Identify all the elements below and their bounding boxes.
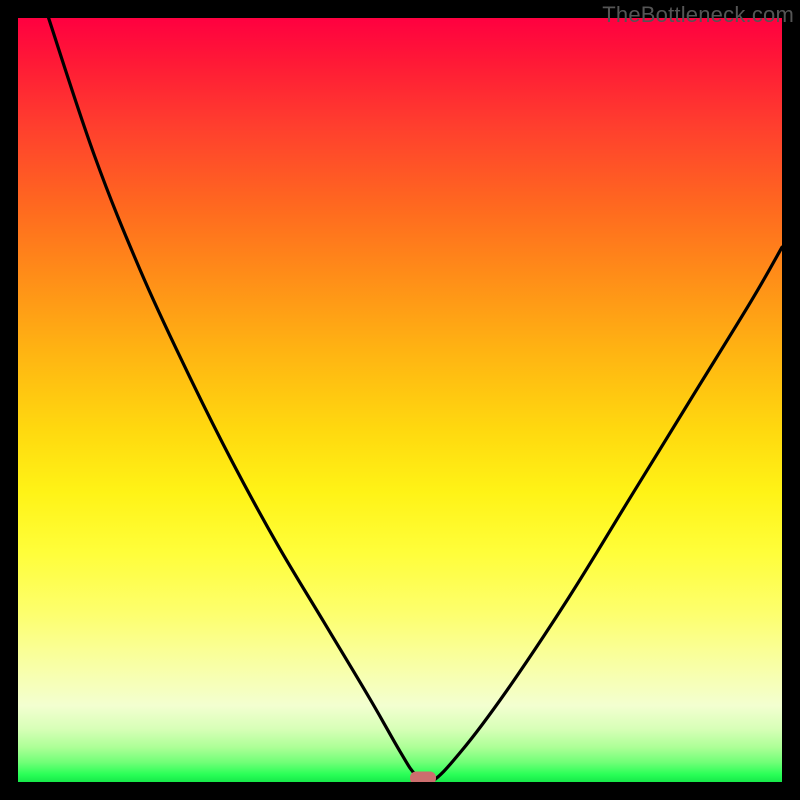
watermark-text: TheBottleneck.com (602, 2, 794, 28)
plot-area (18, 18, 782, 782)
optimal-point-marker (410, 772, 436, 782)
bottleneck-curve (18, 18, 782, 782)
